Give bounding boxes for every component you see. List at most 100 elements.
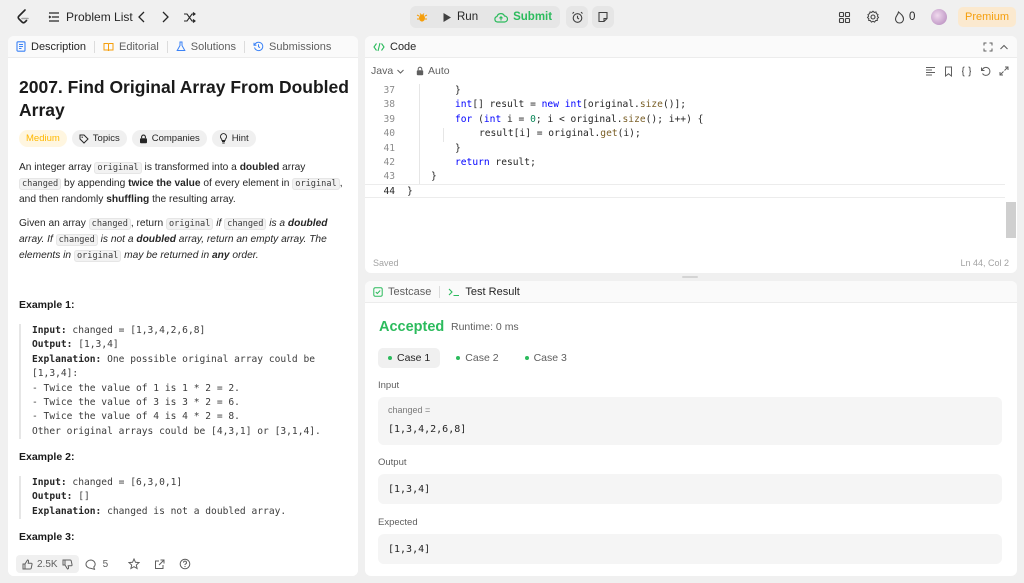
shuffle-button[interactable]	[183, 0, 196, 34]
problem-list-button[interactable]: Problem List	[48, 0, 133, 34]
code-line: 41 }	[365, 143, 1005, 157]
next-problem-button[interactable]	[160, 0, 170, 34]
text-span: array. If	[19, 234, 56, 245]
bug-icon	[416, 13, 428, 22]
output-label: Output:	[32, 491, 73, 503]
thumbs-up-icon[interactable]	[22, 558, 33, 570]
timer-button[interactable]	[566, 6, 588, 28]
star-icon[interactable]	[128, 558, 141, 570]
code-line: 42 return result;	[365, 157, 1005, 171]
braces-icon[interactable]	[961, 66, 972, 77]
topics-label: Topics	[92, 133, 120, 144]
settings-button[interactable]	[866, 0, 880, 34]
text-span: An integer array	[19, 162, 95, 173]
code-text: int[] result = new int[original.size()];	[455, 99, 687, 111]
code-tab-bar: Code	[365, 36, 1017, 58]
share-icon[interactable]	[154, 559, 165, 570]
notes-button[interactable]	[592, 6, 614, 28]
case-label: Case 1	[397, 352, 431, 364]
chevron-up-icon[interactable]	[999, 42, 1009, 52]
comment-count: 5	[102, 558, 109, 570]
fullscreen-icon[interactable]	[983, 42, 993, 52]
tab-solutions[interactable]: Solutions	[168, 36, 244, 58]
bold-text: shuffling	[106, 194, 150, 205]
expected-section-label: Expected	[378, 517, 418, 528]
runtime-label: Runtime: 0 ms	[451, 321, 519, 333]
editor-status-bar: Saved Ln 44, Col 2	[365, 258, 1017, 270]
streak-counter[interactable]: 0	[894, 0, 915, 34]
code-editor[interactable]: 37 } 38 int[] result = new int[original.…	[365, 84, 1005, 254]
result-tab-bar: Testcase Test Result	[365, 281, 1017, 303]
comment-icon[interactable]	[85, 558, 97, 570]
explanation-line: [1,3,4]:	[32, 368, 79, 380]
line-number: 39	[383, 113, 395, 125]
code-line: 40 result[i] = original.get(i);	[365, 128, 1005, 142]
save-status: Saved	[373, 258, 399, 268]
panel-resize-handle[interactable]	[682, 276, 698, 278]
submit-label: Submit	[513, 11, 553, 23]
method: size	[622, 113, 646, 125]
previous-problem-button[interactable]	[137, 0, 147, 34]
topics-tag[interactable]: Topics	[71, 130, 127, 147]
format-icon[interactable]	[925, 66, 936, 76]
case-tab-1[interactable]: Case 1	[378, 348, 441, 368]
leetcode-logo-icon[interactable]	[16, 0, 30, 34]
layout-button[interactable]	[838, 0, 851, 34]
companies-tag[interactable]: Companies	[131, 130, 207, 147]
text-span: is a	[266, 218, 288, 229]
case-tabs: Case 1 Case 2 Case 3	[378, 348, 577, 368]
input-value: changed = [6,3,0,1]	[66, 477, 183, 488]
tab-test-result-label: Test Result	[465, 285, 520, 298]
hint-tag[interactable]: Hint	[211, 130, 256, 147]
bookmark-icon[interactable]	[944, 66, 953, 77]
tab-submissions-label: Submissions	[269, 40, 332, 53]
explanation-text: changed is not a doubled array.	[101, 505, 287, 517]
tab-testcase[interactable]: Testcase	[365, 281, 439, 303]
case-tab-2[interactable]: Case 2	[446, 348, 508, 368]
example-explanation: Explanation: changed is not a doubled ar…	[32, 505, 349, 519]
inline-code: original	[292, 178, 340, 190]
debug-button[interactable]	[410, 6, 434, 28]
text-span: , return	[130, 218, 166, 229]
premium-button[interactable]: Premium	[958, 7, 1016, 27]
run-button[interactable]: Run	[434, 6, 486, 28]
method: size	[639, 99, 663, 111]
inline-code: changed	[19, 178, 62, 190]
input-variable-name: changed =	[388, 405, 431, 415]
tab-submissions[interactable]: Submissions	[245, 36, 339, 58]
play-icon	[443, 12, 451, 22]
output-value: [1,3,4]	[72, 339, 119, 351]
output-section-label: Output	[378, 457, 407, 468]
expected-value: [1,3,4]	[388, 544, 431, 555]
avatar[interactable]	[931, 9, 947, 25]
code-text: for (int i = 0; i < original.size(); i++…	[455, 113, 704, 125]
language-select[interactable]: Java	[371, 65, 405, 77]
problem-task-paragraph: Given an array changed, return original …	[19, 216, 349, 264]
expand-icon[interactable]	[999, 66, 1009, 76]
submit-button[interactable]: Submit	[486, 6, 560, 28]
terminal-icon	[449, 288, 460, 296]
text-span: by appending	[61, 178, 129, 189]
editor-scrollbar[interactable]	[1006, 202, 1016, 238]
pass-dot	[388, 356, 392, 360]
explanation-line: - Twice the value of 3 is 3 * 2 = 6.	[32, 397, 240, 409]
input-value: changed = [1,3,4,2,6,8]	[66, 325, 206, 336]
tab-solutions-label: Solutions	[190, 40, 237, 53]
difficulty-badge: Medium	[19, 130, 67, 147]
book-icon	[103, 42, 114, 51]
tab-editorial[interactable]: Editorial	[95, 36, 167, 58]
tab-description[interactable]: Description	[8, 36, 94, 58]
text-span: is not a	[97, 234, 137, 245]
thumbs-down-icon[interactable]	[62, 559, 73, 570]
lightbulb-icon	[219, 133, 227, 144]
explanation-label: Explanation:	[32, 505, 102, 517]
tab-code[interactable]: Code	[365, 36, 424, 58]
case-tab-3[interactable]: Case 3	[515, 348, 577, 368]
bold-text: twice the value	[128, 178, 201, 189]
bold-text: doubled	[136, 234, 176, 245]
help-icon[interactable]	[179, 558, 191, 570]
output-box: [1,3,4]	[378, 474, 1002, 504]
keyword: int	[483, 113, 502, 125]
reset-icon[interactable]	[980, 66, 991, 77]
tab-test-result[interactable]: Test Result	[440, 281, 527, 303]
